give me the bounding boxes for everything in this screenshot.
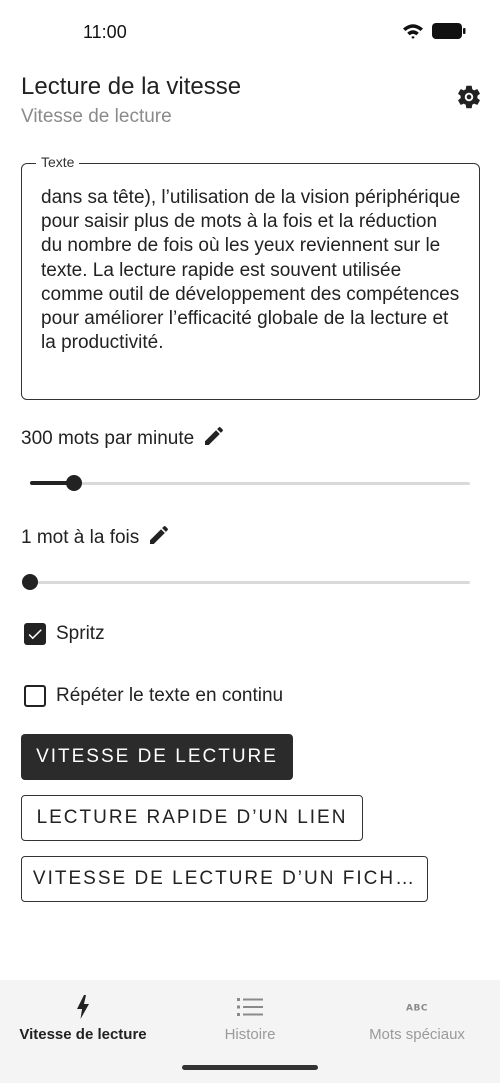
chunk-slider-track <box>30 581 470 584</box>
speed-slider[interactable] <box>30 473 470 493</box>
nav-item-special-words[interactable]: ABC Mots spéciaux <box>334 980 500 1052</box>
speed-label-row: 300 mots par minute <box>21 424 226 454</box>
status-time: 11:00 <box>83 22 127 42</box>
pencil-icon[interactable] <box>147 523 171 553</box>
repeat-checkbox[interactable] <box>24 685 46 707</box>
pencil-icon[interactable] <box>202 424 226 454</box>
text-input[interactable]: Texte dans sa tête), l’utilisation de la… <box>21 154 480 400</box>
chunk-slider[interactable] <box>22 572 470 592</box>
home-indicator <box>182 1065 318 1070</box>
status-icons <box>402 22 466 45</box>
chunk-label-row: 1 mot à la fois <box>21 523 171 553</box>
bottom-navigation: Vitesse de lecture Histoire ABC Mots spé… <box>0 980 500 1083</box>
spritz-checkbox-row[interactable]: Spritz <box>24 623 105 645</box>
list-icon <box>237 994 263 1020</box>
abc-icon: ABC <box>404 994 430 1020</box>
status-bar: 11:00 <box>0 0 500 64</box>
nav-item-history[interactable]: Histoire <box>167 980 333 1052</box>
spritz-checkbox[interactable] <box>24 623 46 645</box>
settings-button[interactable] <box>454 84 484 114</box>
svg-text:ABC: ABC <box>406 1004 428 1014</box>
app-screen: 11:00 Lecture de la vitesse Vitesse de l… <box>0 0 500 1083</box>
page-title: Lecture de la vitesse <box>21 73 242 100</box>
nav-label: Histoire <box>224 1026 276 1043</box>
chunk-slider-thumb[interactable] <box>22 574 38 590</box>
speed-read-file-button[interactable]: VITESSE DE LECTURE D’UN FICH… <box>21 856 428 902</box>
text-input-label: Texte <box>36 154 80 170</box>
gear-icon <box>455 83 483 116</box>
speed-read-button[interactable]: VITESSE DE LECTURE <box>21 734 293 780</box>
spritz-label: Spritz <box>56 623 105 644</box>
text-input-content[interactable]: dans sa tête), l’utilisation de la visio… <box>41 186 461 355</box>
wifi-icon <box>402 22 424 45</box>
repeat-label: Répéter le texte en continu <box>56 685 284 706</box>
repeat-checkbox-row[interactable]: Répéter le texte en continu <box>24 685 283 707</box>
page-subtitle: Vitesse de lecture <box>21 106 172 127</box>
checkmark-icon <box>28 629 42 640</box>
speed-label: 300 mots par minute <box>21 428 195 449</box>
nav-label: Mots spéciaux <box>369 1026 465 1043</box>
nav-label: Vitesse de lecture <box>19 1026 147 1043</box>
speed-slider-track <box>30 482 470 485</box>
battery-icon <box>432 22 466 45</box>
lightning-icon <box>76 994 90 1020</box>
speed-read-link-button[interactable]: LECTURE RAPIDE D’UN LIEN <box>21 795 363 841</box>
nav-item-speed-reading[interactable]: Vitesse de lecture <box>0 980 166 1052</box>
chunk-label: 1 mot à la fois <box>21 527 140 548</box>
speed-slider-thumb[interactable] <box>66 475 82 491</box>
